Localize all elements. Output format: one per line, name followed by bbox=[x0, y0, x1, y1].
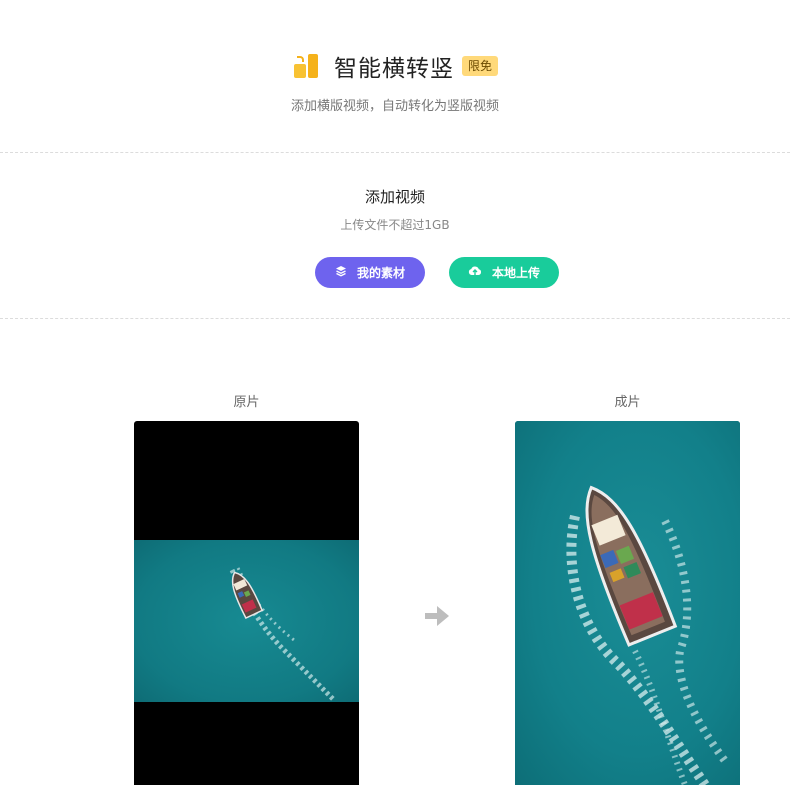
divider bbox=[0, 318, 790, 319]
rotate-orientation-icon bbox=[292, 52, 320, 80]
original-label: 原片 bbox=[233, 395, 260, 410]
layers-icon bbox=[335, 265, 347, 280]
free-badge: 限免 bbox=[461, 56, 498, 76]
title-row: 智能横转竖 限免 bbox=[0, 49, 790, 83]
original-preview bbox=[134, 421, 359, 785]
local-upload-label: 本地上传 bbox=[491, 266, 540, 280]
result-label: 成片 bbox=[614, 395, 641, 410]
result-video-frame bbox=[515, 421, 740, 785]
upload-hint: 上传文件不超过1GB bbox=[340, 218, 450, 232]
result-preview bbox=[515, 421, 740, 785]
arrow-right-icon bbox=[425, 606, 449, 626]
page-title: 智能横转竖 bbox=[333, 56, 454, 82]
my-material-label: 我的素材 bbox=[356, 266, 405, 280]
local-upload-button[interactable]: 本地上传 bbox=[449, 257, 559, 288]
header: 智能横转竖 限免 添加横版视频，自动转化为竖版视频 bbox=[0, 0, 790, 152]
upload-title: 添加视频 bbox=[364, 188, 425, 206]
original-video-frame bbox=[134, 540, 359, 702]
page-subtitle: 添加横版视频，自动转化为竖版视频 bbox=[290, 99, 499, 114]
my-material-button[interactable]: 我的素材 bbox=[315, 257, 425, 288]
cloud-upload-icon bbox=[468, 265, 482, 280]
divider bbox=[0, 152, 790, 153]
